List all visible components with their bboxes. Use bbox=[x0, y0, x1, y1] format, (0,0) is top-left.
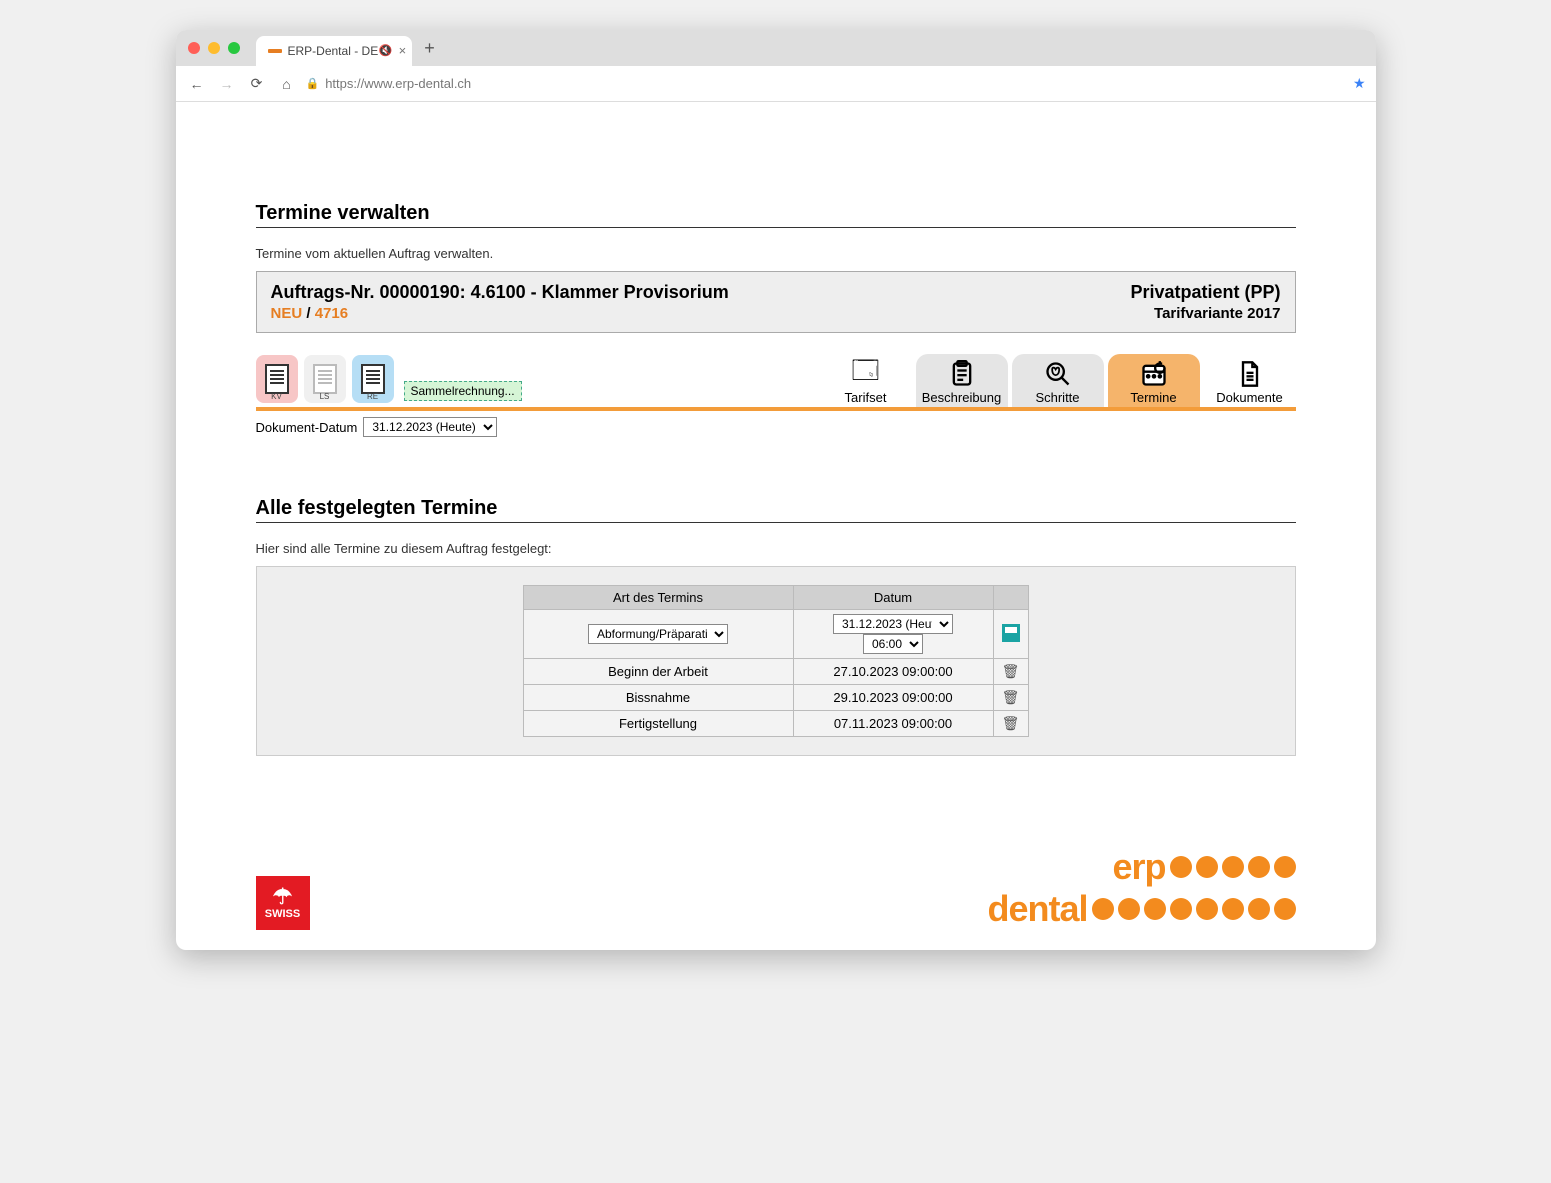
table-row: Bissnahme 29.10.2023 09:00:00 🗑 bbox=[523, 685, 1028, 711]
document-icon bbox=[265, 364, 289, 394]
save-icon[interactable] bbox=[1002, 624, 1020, 642]
sammelrechnung-button[interactable]: Sammelrechnung... bbox=[404, 381, 522, 401]
tooth-search-icon bbox=[1044, 358, 1072, 390]
document-icon bbox=[1236, 358, 1264, 390]
url-bar: ← → ⟳ ⌂ 🔒 https://www.erp-dental.ch ★ bbox=[176, 66, 1376, 102]
table-row: Beginn der Arbeit 27.10.2023 09:00:00 🗑 bbox=[523, 659, 1028, 685]
footer: ☂ SWISS erp dental bbox=[176, 846, 1376, 950]
appointment-time-select[interactable]: 06:00 bbox=[863, 634, 923, 654]
clipboard-icon bbox=[948, 358, 976, 390]
order-status: NEU / 4716 bbox=[271, 305, 349, 322]
tariff-variant: Tarifvariante 2017 bbox=[1154, 305, 1280, 322]
document-date-select[interactable]: 31.12.2023 (Heute) bbox=[363, 417, 497, 437]
page-title: Termine verwalten bbox=[256, 202, 1296, 228]
lock-icon: 🔒 bbox=[306, 77, 320, 90]
delete-icon[interactable]: 🗑 bbox=[1002, 715, 1020, 731]
appointments-table-wrap: Art des Termins Datum Abformung/Präparat… bbox=[256, 566, 1296, 756]
maximize-window[interactable] bbox=[228, 42, 240, 54]
col-action bbox=[993, 586, 1028, 610]
favicon bbox=[268, 49, 282, 53]
calendar-icon bbox=[1140, 358, 1168, 390]
new-appointment-row: Abformung/Präparation 31.12.2023 (Heute)… bbox=[523, 610, 1028, 659]
tab-dokumente[interactable]: Dokumente bbox=[1204, 354, 1296, 407]
tarifset-icon: 🗔 bbox=[851, 358, 879, 390]
browser-window: ERP-Dental - DE 🔇 × + ← → ⟳ ⌂ 🔒 https://… bbox=[176, 30, 1376, 950]
tab-beschreibung[interactable]: Beschreibung bbox=[916, 354, 1008, 407]
document-date-row: Dokument-Datum 31.12.2023 (Heute) bbox=[256, 417, 1296, 437]
tab-schritte[interactable]: Schritte bbox=[1012, 354, 1104, 407]
new-tab-button[interactable]: + bbox=[424, 38, 435, 59]
logo-dots bbox=[1170, 856, 1296, 878]
tab-tarifset[interactable]: 🗔 Tarifset bbox=[820, 354, 912, 407]
close-window[interactable] bbox=[188, 42, 200, 54]
erp-dental-logo: erp dental bbox=[987, 846, 1295, 930]
swiss-made-badge: ☂ SWISS bbox=[256, 876, 310, 930]
close-tab-icon[interactable]: × bbox=[399, 43, 407, 58]
page-content: Termine verwalten Termine vom aktuellen … bbox=[176, 102, 1376, 766]
appointment-date-select[interactable]: 31.12.2023 (Heute) bbox=[833, 614, 953, 634]
umbrella-icon: ☂ bbox=[273, 886, 293, 908]
doc-kv[interactable]: KV bbox=[256, 355, 298, 403]
tab-termine[interactable]: Termine bbox=[1108, 354, 1200, 407]
url-text: https://www.erp-dental.ch bbox=[325, 76, 471, 91]
mute-icon[interactable]: 🔇 bbox=[379, 44, 393, 57]
window-controls bbox=[188, 42, 240, 54]
document-date-label: Dokument-Datum bbox=[256, 420, 358, 435]
toolbar-strip: KV LS RE Sammelrechnung... 🗔 Tarifset Be… bbox=[256, 343, 1296, 411]
page-subtitle: Termine vom aktuellen Auftrag verwalten. bbox=[256, 246, 1296, 261]
delete-icon[interactable]: 🗑 bbox=[1002, 663, 1020, 679]
back-button[interactable]: ← bbox=[186, 76, 208, 92]
home-button[interactable]: ⌂ bbox=[276, 76, 298, 92]
col-type: Art des Termins bbox=[523, 586, 793, 610]
document-icon bbox=[361, 364, 385, 394]
titlebar: ERP-Dental - DE 🔇 × + bbox=[176, 30, 1376, 66]
bookmark-icon[interactable]: ★ bbox=[1353, 75, 1366, 92]
address-field[interactable]: 🔒 https://www.erp-dental.ch bbox=[306, 76, 1345, 91]
document-icon bbox=[313, 364, 337, 394]
section-appointments-sub: Hier sind alle Termine zu diesem Auftrag… bbox=[256, 541, 1296, 556]
logo-dots bbox=[1092, 898, 1296, 920]
delete-icon[interactable]: 🗑 bbox=[1002, 689, 1020, 705]
appointment-type-select[interactable]: Abformung/Präparation bbox=[588, 624, 728, 644]
col-date: Datum bbox=[793, 586, 993, 610]
section-appointments-title: Alle festgelegten Termine bbox=[256, 497, 1296, 523]
doc-ls[interactable]: LS bbox=[304, 355, 346, 403]
table-row: Fertigstellung 07.11.2023 09:00:00 🗑 bbox=[523, 711, 1028, 737]
tab-title: ERP-Dental - DE bbox=[288, 44, 379, 58]
order-header-box: Auftrags-Nr. 00000190: 4.6100 - Klammer … bbox=[256, 271, 1296, 333]
minimize-window[interactable] bbox=[208, 42, 220, 54]
appointments-table: Art des Termins Datum Abformung/Präparat… bbox=[523, 585, 1029, 737]
forward-button[interactable]: → bbox=[216, 76, 238, 92]
patient-type: Privatpatient (PP) bbox=[1130, 282, 1280, 303]
browser-tab[interactable]: ERP-Dental - DE 🔇 × bbox=[256, 36, 413, 66]
reload-button[interactable]: ⟳ bbox=[246, 75, 268, 92]
doc-re[interactable]: RE bbox=[352, 355, 394, 403]
order-number: Auftrags-Nr. 00000190: 4.6100 - Klammer … bbox=[271, 282, 729, 303]
